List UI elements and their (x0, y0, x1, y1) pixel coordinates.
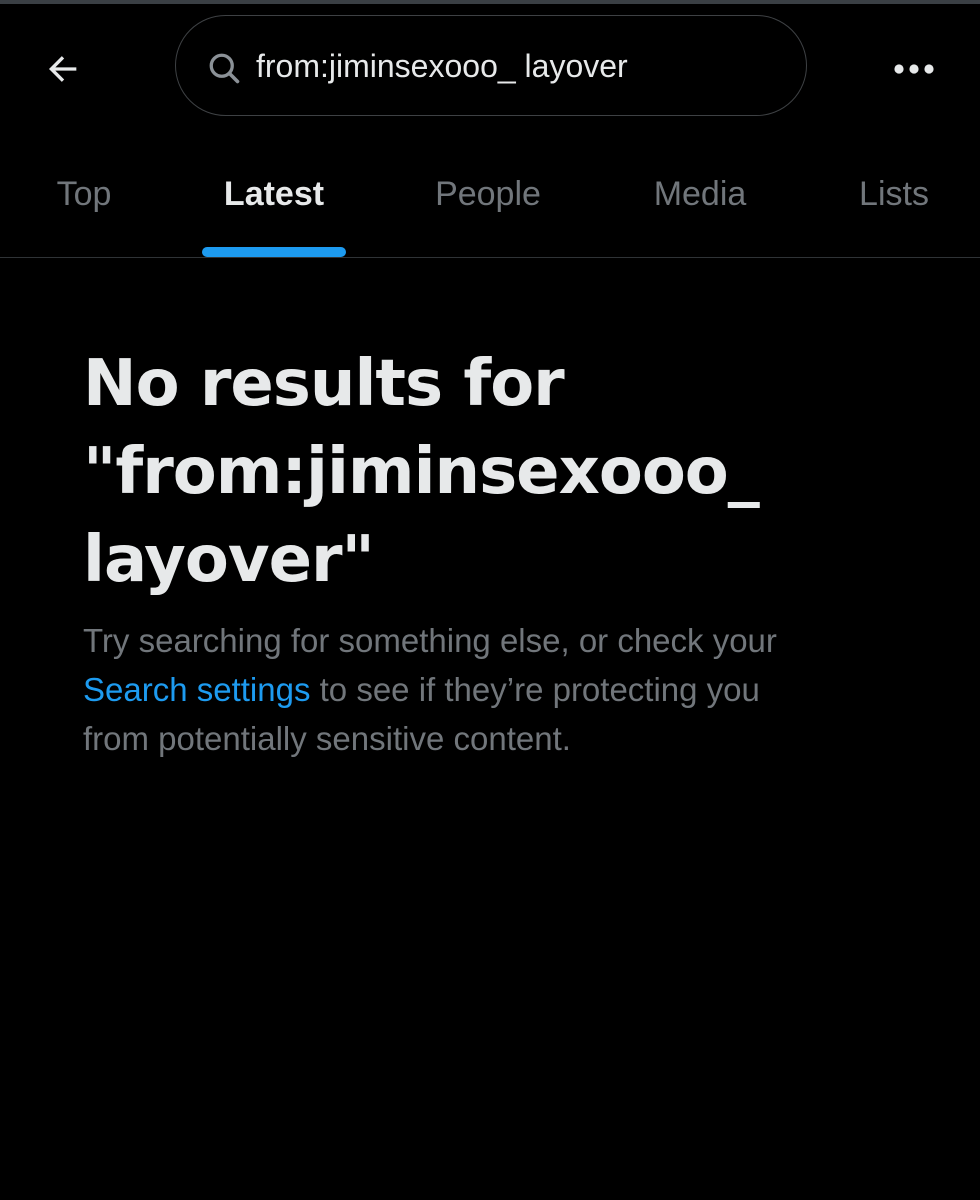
active-tab-indicator (202, 247, 346, 257)
arrow-left-icon (49, 56, 77, 82)
message-line: Search settings to see if they’re protec… (83, 665, 933, 714)
more-horizontal-icon (894, 64, 934, 74)
search-tabs: Top Latest People Media Lists (0, 130, 980, 258)
message-line: from potentially sensitive content. (83, 720, 571, 757)
tab-media[interactable]: Media (622, 130, 778, 258)
no-results-title-line: "from:jiminsexooo_ (83, 435, 760, 509)
message-text: to see if they’re protecting you (310, 671, 760, 708)
search-box[interactable] (175, 15, 807, 116)
search-input[interactable] (256, 38, 776, 94)
search-icon (209, 53, 240, 84)
search-settings-link[interactable]: Search settings (83, 671, 310, 708)
tab-latest[interactable]: Latest (194, 130, 354, 258)
tab-top[interactable]: Top (18, 130, 150, 258)
no-results-title-line: No results for (83, 347, 565, 421)
no-results-message: Try searching for something else, or che… (83, 616, 933, 763)
more-button[interactable] (884, 42, 944, 96)
no-results-title-line: layover" (83, 523, 375, 597)
message-line: Try searching for something else, or che… (83, 622, 777, 659)
back-button[interactable] (36, 42, 90, 96)
tab-people[interactable]: People (404, 130, 572, 258)
no-results-title: No results for "from:jiminsexooo_ layove… (83, 340, 943, 604)
search-header (0, 4, 980, 130)
tab-lists[interactable]: Lists (830, 130, 958, 258)
